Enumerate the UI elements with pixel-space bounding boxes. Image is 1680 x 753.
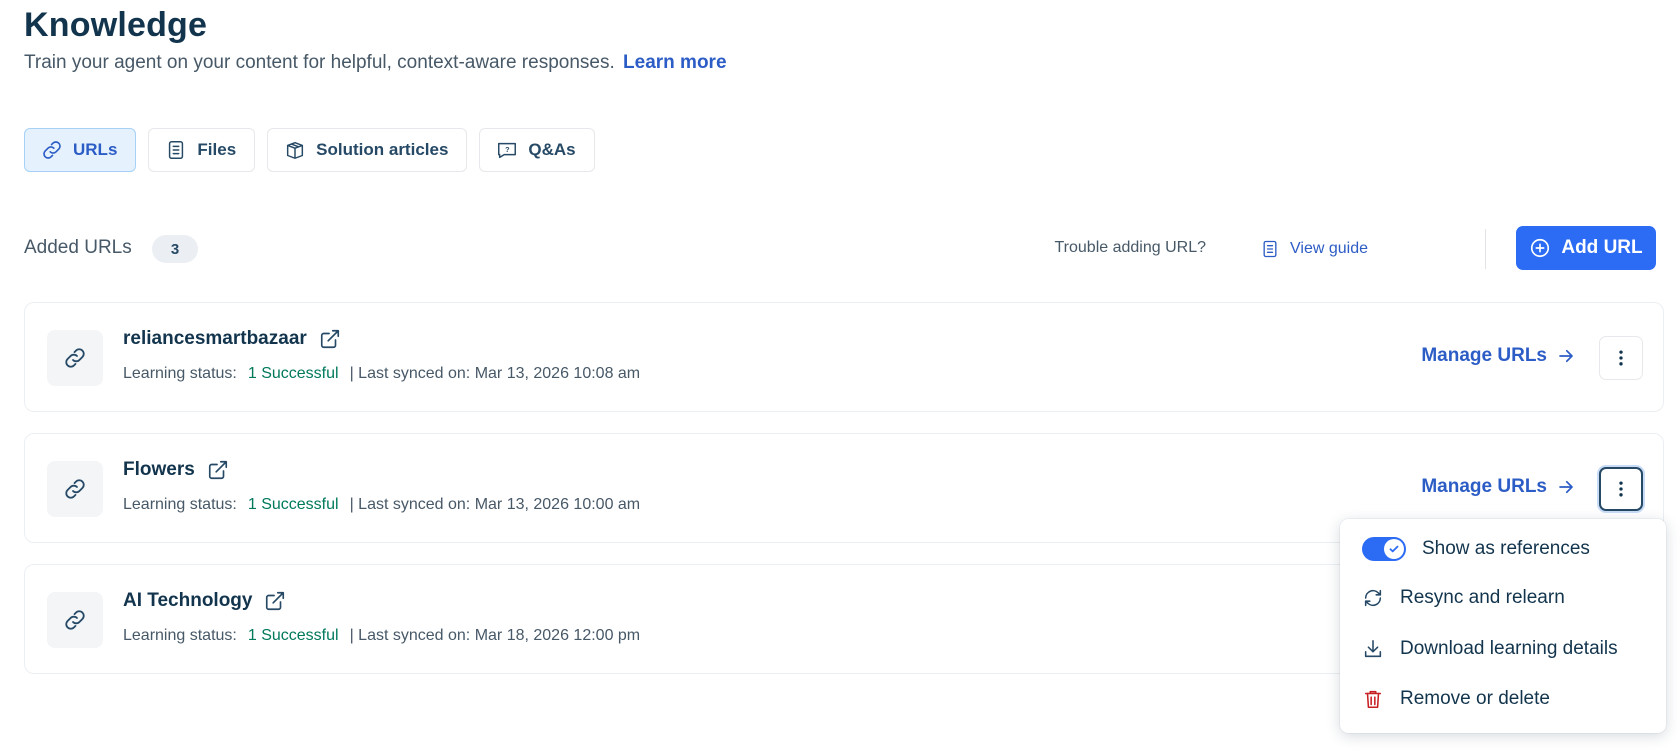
kebab-icon	[1619, 350, 1623, 366]
source-meta: Learning status: 1 Successful | Last syn…	[123, 627, 640, 645]
toggle-knob	[1384, 539, 1404, 559]
learn-more-link[interactable]: Learn more	[623, 52, 726, 73]
menu-item-label: Remove or delete	[1400, 688, 1550, 709]
status-label: Learning status:	[123, 365, 237, 382]
last-synced: | Last synced on: Mar 13, 2026 10:08 am	[349, 365, 641, 382]
url-source-card: reliancesmartbazaar Learning status: 1 S…	[24, 302, 1664, 412]
manage-urls-label: Manage URLs	[1421, 345, 1547, 366]
book-icon	[287, 141, 304, 159]
svg-text:?: ?	[506, 145, 511, 154]
trash-icon	[1364, 690, 1382, 709]
count-badge: 3	[152, 235, 198, 263]
arrow-right-icon	[1559, 349, 1573, 363]
source-name: reliancesmartbazaar	[123, 328, 341, 350]
plus-circle-icon	[1531, 238, 1550, 258]
source-name: Flowers	[123, 459, 229, 481]
more-options-button[interactable]	[1599, 467, 1643, 511]
arrow-right-icon	[1559, 480, 1573, 494]
tab-files[interactable]: Files	[148, 128, 256, 172]
menu-item-show-references[interactable]: Show as references	[1362, 537, 1590, 561]
tab-label: Q&As	[528, 140, 576, 159]
view-guide-label: View guide	[1290, 240, 1368, 257]
source-thumb	[47, 461, 103, 517]
menu-item-label: Download learning details	[1400, 638, 1618, 659]
refresh-icon	[1364, 589, 1382, 607]
header-divider	[1485, 229, 1486, 269]
tab-solution-articles[interactable]: Solution articles	[267, 128, 468, 172]
download-icon	[1364, 639, 1382, 658]
knowledge-page: Knowledge Train your agent on your conte…	[24, 0, 1666, 753]
status-label: Learning status:	[123, 496, 237, 513]
tab-label: Files	[197, 140, 237, 159]
page-title: Knowledge	[24, 6, 208, 44]
add-url-button[interactable]: Add URL	[1516, 226, 1656, 270]
page-subtitle: Train your agent on your content for hel…	[24, 52, 727, 74]
status-value: 1 Successful	[247, 365, 339, 382]
add-url-label: Add URL	[1561, 237, 1643, 258]
subtitle-text: Train your agent on your content for hel…	[24, 52, 615, 73]
tab-qas[interactable]: ? Q&As	[479, 128, 595, 172]
link-icon	[65, 479, 85, 499]
link-icon	[43, 141, 61, 159]
knowledge-tabs: URLs Files Solution articles ? Q&As	[24, 128, 595, 172]
link-icon	[65, 610, 85, 630]
tab-label: Solution articles	[316, 140, 449, 159]
link-icon	[65, 348, 85, 368]
check-icon	[1389, 545, 1399, 553]
file-icon	[169, 141, 184, 159]
menu-item-label: Show as references	[1422, 538, 1590, 559]
menu-item-download[interactable]: Download learning details	[1362, 638, 1618, 660]
status-value: 1 Successful	[247, 496, 339, 513]
show-references-toggle[interactable]	[1362, 537, 1406, 561]
source-meta: Learning status: 1 Successful | Last syn…	[123, 496, 640, 514]
source-name-text: reliancesmartbazaar	[123, 328, 307, 349]
external-link-icon[interactable]	[207, 459, 229, 481]
last-synced: | Last synced on: Mar 18, 2026 12:00 pm	[349, 627, 641, 644]
view-guide-link[interactable]: View guide	[1260, 234, 1368, 264]
more-options-button[interactable]	[1599, 336, 1643, 380]
status-value: 1 Successful	[247, 627, 339, 644]
manage-urls-label: Manage URLs	[1421, 476, 1547, 497]
document-icon	[1263, 240, 1277, 258]
menu-item-remove[interactable]: Remove or delete	[1362, 688, 1550, 710]
source-thumb	[47, 330, 103, 386]
external-link-icon[interactable]	[264, 590, 286, 612]
tab-urls[interactable]: URLs	[24, 128, 137, 172]
tab-label: URLs	[73, 140, 118, 159]
source-name-text: Flowers	[123, 459, 195, 480]
source-name-text: AI Technology	[123, 590, 253, 611]
source-thumb	[47, 592, 103, 648]
added-urls-label: Added URLs	[24, 237, 132, 258]
menu-item-label: Resync and relearn	[1400, 587, 1565, 608]
trouble-text: Trouble adding URL?	[1054, 239, 1207, 256]
kebab-icon	[1619, 481, 1623, 497]
last-synced: | Last synced on: Mar 13, 2026 10:00 am	[349, 496, 641, 513]
question-bubble-icon: ?	[498, 142, 517, 159]
manage-urls-link[interactable]: Manage URLs	[1421, 345, 1575, 367]
source-meta: Learning status: 1 Successful | Last syn…	[123, 365, 640, 383]
manage-urls-link[interactable]: Manage URLs	[1421, 476, 1575, 498]
source-name: AI Technology	[123, 590, 286, 612]
more-options-menu: Show as references Resync and relearn Do…	[1340, 519, 1666, 733]
external-link-icon[interactable]	[319, 328, 341, 350]
menu-item-resync[interactable]: Resync and relearn	[1362, 587, 1565, 609]
list-header: Added URLs 3 Trouble adding URL? View gu…	[24, 226, 1664, 270]
status-label: Learning status:	[123, 627, 237, 644]
